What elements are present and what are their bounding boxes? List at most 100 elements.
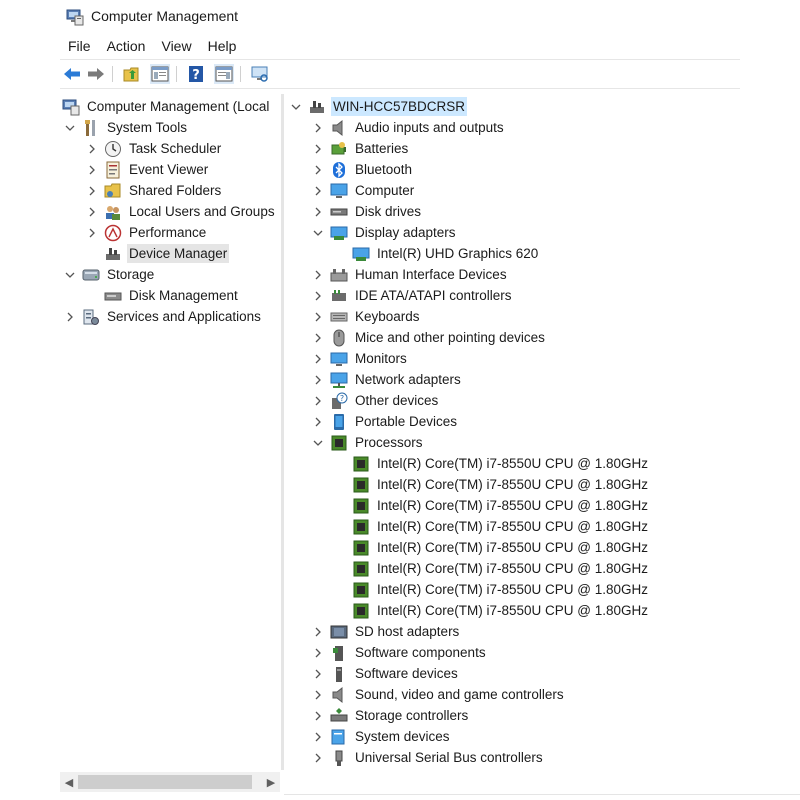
chevron-right-icon[interactable] <box>312 752 324 764</box>
software-component-icon <box>330 644 348 662</box>
tree-item-keyboards[interactable]: Keyboards <box>312 306 422 327</box>
chevron-down-icon[interactable] <box>290 101 302 113</box>
chevron-right-icon[interactable] <box>312 353 324 365</box>
help-button[interactable]: ? <box>186 64 206 84</box>
tree-item-label: Batteries <box>355 141 409 156</box>
horizontal-scrollbar[interactable]: ◀ ▶ <box>60 772 280 792</box>
tree-item-local-users-and-groups[interactable]: Local Users and Groups <box>86 201 277 222</box>
tree-item-monitors[interactable]: Monitors <box>312 348 409 369</box>
menu-action[interactable]: Action <box>99 36 154 58</box>
tree-item-cpu-5[interactable]: Intel(R) Core(TM) i7-8550U CPU @ 1.80GHz <box>352 558 650 579</box>
chevron-right-icon[interactable] <box>312 626 324 638</box>
menu-view[interactable]: View <box>153 36 199 58</box>
chevron-right-icon[interactable] <box>86 206 98 218</box>
tree-item-processors[interactable]: Processors <box>312 432 425 453</box>
chevron-right-icon[interactable] <box>312 710 324 722</box>
chevron-right-icon[interactable] <box>312 668 324 680</box>
chevron-right-icon[interactable] <box>64 311 76 323</box>
tree-item-label: Task Scheduler <box>129 141 222 156</box>
tree-item-software-devices[interactable]: Software devices <box>312 663 460 684</box>
bluetooth-icon <box>330 161 348 179</box>
chevron-down-icon[interactable] <box>312 437 324 449</box>
scrollbar-thumb[interactable] <box>78 775 252 789</box>
tree-item-computer-management[interactable]: Computer Management (Local <box>62 96 271 117</box>
chevron-right-icon[interactable] <box>312 122 324 134</box>
tree-item-batteries[interactable]: Batteries <box>312 138 410 159</box>
chevron-right-icon[interactable] <box>312 164 324 176</box>
tree-item-computer-root[interactable]: WIN-HCC57BDCRSR <box>290 96 468 117</box>
tree-item-ide-ata-atapi[interactable]: IDE ATA/ATAPI controllers <box>312 285 514 306</box>
scroll-right-icon[interactable]: ▶ <box>262 772 280 792</box>
tree-item-shared-folders[interactable]: Shared Folders <box>86 180 223 201</box>
chevron-right-icon[interactable] <box>312 269 324 281</box>
chevron-right-icon[interactable] <box>312 185 324 197</box>
tree-item-cpu-1[interactable]: Intel(R) Core(TM) i7-8550U CPU @ 1.80GHz <box>352 474 650 495</box>
tree-item-label: Disk drives <box>355 204 422 219</box>
show-hide-tree-button[interactable] <box>150 64 170 84</box>
properties-button[interactable] <box>214 64 234 84</box>
tree-item-task-scheduler[interactable]: Task Scheduler <box>86 138 223 159</box>
tree-item-system-tools[interactable]: System Tools <box>64 117 189 138</box>
tree-item-portable-devices[interactable]: Portable Devices <box>312 411 459 432</box>
chevron-right-icon[interactable] <box>312 731 324 743</box>
chevron-right-icon[interactable] <box>312 311 324 323</box>
tree-item-cpu-7[interactable]: Intel(R) Core(TM) i7-8550U CPU @ 1.80GHz <box>352 600 650 621</box>
tree-item-cpu-6[interactable]: Intel(R) Core(TM) i7-8550U CPU @ 1.80GHz <box>352 579 650 600</box>
forward-button[interactable] <box>86 64 106 84</box>
tree-item-cpu-2[interactable]: Intel(R) Core(TM) i7-8550U CPU @ 1.80GHz <box>352 495 650 516</box>
chevron-right-icon[interactable] <box>312 332 324 344</box>
tree-item-sd-host-adapters[interactable]: SD host adapters <box>312 621 461 642</box>
tree-item-mice[interactable]: Mice and other pointing devices <box>312 327 547 348</box>
tree-item-performance[interactable]: Performance <box>86 222 208 243</box>
tree-item-label: Human Interface Devices <box>355 267 507 282</box>
chevron-right-icon[interactable] <box>86 143 98 155</box>
tree-item-intel-uhd-graphics[interactable]: Intel(R) UHD Graphics 620 <box>352 243 540 264</box>
tree-item-other-devices[interactable]: ? Other devices <box>312 390 440 411</box>
chevron-right-icon[interactable] <box>312 416 324 428</box>
tree-item-cpu-3[interactable]: Intel(R) Core(TM) i7-8550U CPU @ 1.80GHz <box>352 516 650 537</box>
up-one-level-button[interactable] <box>122 64 142 84</box>
chevron-right-icon[interactable] <box>312 143 324 155</box>
tree-item-event-viewer[interactable]: Event Viewer <box>86 159 210 180</box>
chevron-right-icon[interactable] <box>312 290 324 302</box>
chevron-down-icon[interactable] <box>64 122 76 134</box>
tree-item-usb-controllers[interactable]: Universal Serial Bus controllers <box>312 747 545 768</box>
chevron-right-icon[interactable] <box>312 374 324 386</box>
tree-item-services-and-applications[interactable]: Services and Applications <box>64 306 263 327</box>
tree-item-cpu-4[interactable]: Intel(R) Core(TM) i7-8550U CPU @ 1.80GHz <box>352 537 650 558</box>
chevron-right-icon[interactable] <box>312 395 324 407</box>
tree-item-disk-drives[interactable]: Disk drives <box>312 201 423 222</box>
tree-item-cpu-0[interactable]: Intel(R) Core(TM) i7-8550U CPU @ 1.80GHz <box>352 453 650 474</box>
chevron-right-icon[interactable] <box>312 689 324 701</box>
chevron-right-icon[interactable] <box>86 164 98 176</box>
scan-hardware-button[interactable] <box>250 64 270 84</box>
tree-item-software-components[interactable]: Software components <box>312 642 488 663</box>
mouse-icon <box>330 329 348 347</box>
tree-item-sound-video-game[interactable]: Sound, video and game controllers <box>312 684 566 705</box>
chevron-down-icon[interactable] <box>64 269 76 281</box>
tree-item-bluetooth[interactable]: Bluetooth <box>312 159 414 180</box>
tree-item-storage-controllers[interactable]: Storage controllers <box>312 705 470 726</box>
chevron-down-icon[interactable] <box>312 227 324 239</box>
pane-splitter[interactable] <box>281 94 284 770</box>
toolbar-separator <box>240 66 241 82</box>
tree-item-audio-inputs[interactable]: Audio inputs and outputs <box>312 117 506 138</box>
tree-item-computer[interactable]: Computer <box>312 180 416 201</box>
tree-item-device-manager[interactable]: Device Manager <box>86 243 230 264</box>
scroll-left-icon[interactable]: ◀ <box>60 772 78 792</box>
menu-help[interactable]: Help <box>200 36 245 58</box>
tree-item-display-adapters[interactable]: Display adapters <box>312 222 458 243</box>
chevron-right-icon[interactable] <box>312 647 324 659</box>
toolbar-separator <box>112 66 113 82</box>
menu-file[interactable]: File <box>60 36 99 58</box>
tree-item-storage[interactable]: Storage <box>64 264 156 285</box>
chevron-right-icon[interactable] <box>86 185 98 197</box>
back-button[interactable] <box>62 64 82 84</box>
tree-item-system-devices[interactable]: System devices <box>312 726 452 747</box>
tree-item-human-interface-devices[interactable]: Human Interface Devices <box>312 264 509 285</box>
chevron-right-icon[interactable] <box>86 227 98 239</box>
monitor-icon <box>251 66 268 82</box>
chevron-right-icon[interactable] <box>312 206 324 218</box>
tree-item-network-adapters[interactable]: Network adapters <box>312 369 463 390</box>
tree-item-disk-management[interactable]: Disk Management <box>86 285 240 306</box>
